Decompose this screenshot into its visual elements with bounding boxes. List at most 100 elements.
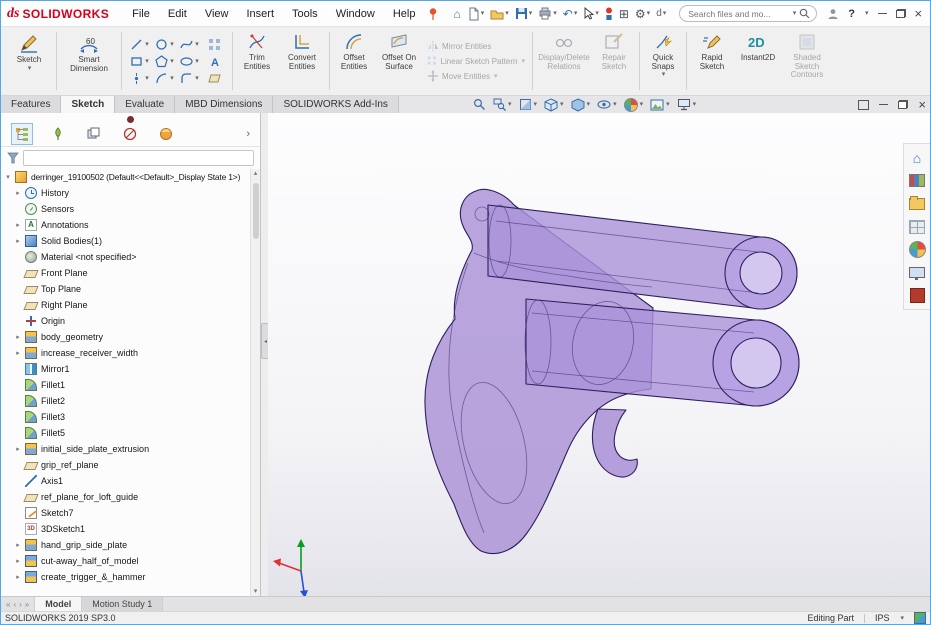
display-style-icon[interactable]: ▾: [569, 98, 593, 112]
tab-scroll-next-icon[interactable]: ›: [19, 600, 22, 609]
doc-close-icon[interactable]: ×: [918, 98, 926, 111]
help-caret-icon[interactable]: ▾: [865, 10, 869, 17]
display-delete-relations-button[interactable]: Display/Delete Relations: [536, 28, 592, 94]
tree-item-annotations[interactable]: ▸Annotations: [1, 217, 250, 233]
menu-tools[interactable]: Tools: [283, 8, 327, 20]
search-icon[interactable]: [799, 8, 810, 19]
user-icon[interactable]: [827, 8, 839, 20]
options-grid-icon[interactable]: ⊞: [616, 4, 632, 24]
view-settings-icon[interactable]: ▾: [675, 98, 699, 111]
tree-filter-input[interactable]: [23, 150, 254, 166]
expand-arrow-icon[interactable]: ▸: [13, 445, 23, 453]
propertymanager-tab-icon[interactable]: [47, 123, 69, 145]
menu-insert[interactable]: Insert: [237, 8, 283, 20]
sketch-caret-icon[interactable]: ▾: [28, 65, 32, 72]
polygon-tool-icon[interactable]: ▾: [152, 53, 177, 70]
save-icon[interactable]: ▾: [512, 4, 536, 24]
toolbar-item-d[interactable]: d▾: [653, 4, 669, 24]
file-explorer-icon[interactable]: [909, 195, 926, 212]
pin-menu-icon[interactable]: [424, 4, 442, 24]
text-tool-icon[interactable]: A: [202, 53, 227, 70]
section-view-icon[interactable]: ▾: [517, 98, 540, 111]
scene-icon[interactable]: [909, 264, 926, 281]
expand-arrow-icon[interactable]: ▸: [13, 189, 23, 197]
offset-entities-button[interactable]: Offset Entities: [333, 28, 375, 94]
tree-item-right-plane[interactable]: Right Plane: [1, 297, 250, 313]
close-icon[interactable]: ×: [915, 7, 923, 20]
design-library-icon[interactable]: [909, 172, 926, 189]
tree-item-initial-side-plate-extrusion[interactable]: ▸initial_side_plate_extrusion: [1, 441, 250, 457]
quick-snaps-button[interactable]: Quick Snaps ▾: [643, 28, 683, 94]
print-icon[interactable]: ▾: [535, 4, 560, 24]
repair-sketch-button[interactable]: Repair Sketch: [592, 28, 636, 94]
tree-item-fillet2[interactable]: Fillet2: [1, 393, 250, 409]
tree-item-fillet5[interactable]: Fillet5: [1, 425, 250, 441]
tree-item-fillet3[interactable]: Fillet3: [1, 409, 250, 425]
linear-sketch-pattern-button[interactable]: Linear Sketch Pattern ▾: [427, 55, 525, 67]
configurationmanager-tab-icon[interactable]: [83, 123, 105, 145]
minimize-icon[interactable]: [878, 13, 887, 14]
menu-edit[interactable]: Edit: [159, 8, 196, 20]
tree-item-grip-ref-plane[interactable]: grip_ref_plane: [1, 457, 250, 473]
expand-arrow-icon[interactable]: ▸: [13, 333, 23, 341]
tree-item-axis1[interactable]: Axis1: [1, 473, 250, 489]
doc-float-icon[interactable]: [858, 100, 869, 110]
settings-gear-icon[interactable]: ⚙▾: [632, 4, 653, 24]
tab-scroll-last-icon[interactable]: »: [25, 600, 29, 609]
tab-sketch[interactable]: Sketch: [61, 96, 115, 113]
expand-arrow-icon[interactable]: ▾: [3, 173, 13, 181]
tab-scroll-prev-icon[interactable]: ‹: [13, 600, 16, 609]
quick-snaps-caret-icon[interactable]: ▾: [662, 71, 666, 78]
tree-item-cut-away-half-of-model[interactable]: ▸cut-away_half_of_model: [1, 553, 250, 569]
tree-item-front-plane[interactable]: Front Plane: [1, 265, 250, 281]
help-icon[interactable]: ?: [848, 8, 855, 20]
smart-dimension-button[interactable]: 60 Smart Dimension: [60, 28, 118, 94]
featuremanager-tab-icon[interactable]: [11, 123, 33, 145]
tree-item-3dsketch1[interactable]: 3DSketch1: [1, 521, 250, 537]
tree-scrollbar[interactable]: ▴ ▾: [250, 169, 260, 597]
tab-motion-study-1[interactable]: Motion Study 1: [82, 597, 163, 611]
mirror-entities-button[interactable]: Mirror Entities: [427, 40, 525, 52]
tree-item-origin[interactable]: Origin: [1, 313, 250, 329]
panel-expand-chevron-icon[interactable]: ›: [246, 128, 250, 140]
tree-item-create-trigger-hammer[interactable]: ▸create_trigger_&_hammer: [1, 569, 250, 585]
dimxpertmanager-tab-icon[interactable]: [119, 123, 141, 145]
instant2d-button[interactable]: 2D Instant2D: [734, 28, 782, 94]
tree-item-increase-receiver-width[interactable]: ▸increase_receiver_width: [1, 345, 250, 361]
home-resources-icon[interactable]: ⌂: [909, 149, 926, 166]
units-caret-icon[interactable]: ▾: [900, 615, 904, 622]
convert-entities-button[interactable]: Convert Entities: [278, 28, 326, 94]
view-orientation-icon[interactable]: ▾: [542, 98, 566, 112]
sketch-pattern-icon[interactable]: [202, 36, 227, 53]
scrollbar-thumb[interactable]: [253, 183, 259, 239]
expand-arrow-icon[interactable]: ▸: [13, 557, 23, 565]
tree-item-ref-plane-for-loft-guide[interactable]: ref_plane_for_loft_guide: [1, 489, 250, 505]
home-icon[interactable]: ⌂: [450, 4, 463, 24]
model-bore-upper[interactable]: [740, 252, 782, 294]
point-tool-icon[interactable]: ▾: [127, 70, 152, 87]
tab-evaluate[interactable]: Evaluate: [115, 96, 175, 113]
tree-item-mirror1[interactable]: Mirror1: [1, 361, 250, 377]
expand-arrow-icon[interactable]: ▸: [13, 237, 23, 245]
tree-root-part[interactable]: ▾ derringer_19100502 (Default<<Default>_…: [1, 169, 250, 185]
tree-item-history[interactable]: ▸History: [1, 185, 250, 201]
trim-entities-button[interactable]: Trim Entities: [236, 28, 278, 94]
line-tool-icon[interactable]: ▾: [127, 36, 152, 53]
expand-arrow-icon[interactable]: ▸: [13, 573, 23, 581]
expand-arrow-icon[interactable]: ▸: [13, 349, 23, 357]
rectangle-tool-icon[interactable]: ▾: [127, 53, 152, 70]
offset-on-surface-button[interactable]: Offset On Surface: [375, 28, 423, 94]
panel-splitter-grip[interactable]: [127, 116, 134, 123]
menu-help[interactable]: Help: [384, 8, 425, 20]
undo-icon[interactable]: ↶▾: [560, 4, 581, 24]
select-cursor-icon[interactable]: ▾: [580, 4, 602, 24]
tree-item-body-geometry[interactable]: ▸body_geometry: [1, 329, 250, 345]
tree-item-fillet1[interactable]: Fillet1: [1, 377, 250, 393]
appearances-icon[interactable]: [909, 241, 926, 258]
units-selector[interactable]: IPS: [875, 613, 890, 623]
menu-window[interactable]: Window: [327, 8, 384, 20]
shaded-sketch-contours-button[interactable]: Shaded Sketch Contours: [782, 28, 832, 94]
tab-scroll-first-icon[interactable]: «: [6, 600, 10, 609]
doc-restore-icon[interactable]: [898, 100, 908, 109]
zoom-to-fit-icon[interactable]: [471, 98, 488, 111]
